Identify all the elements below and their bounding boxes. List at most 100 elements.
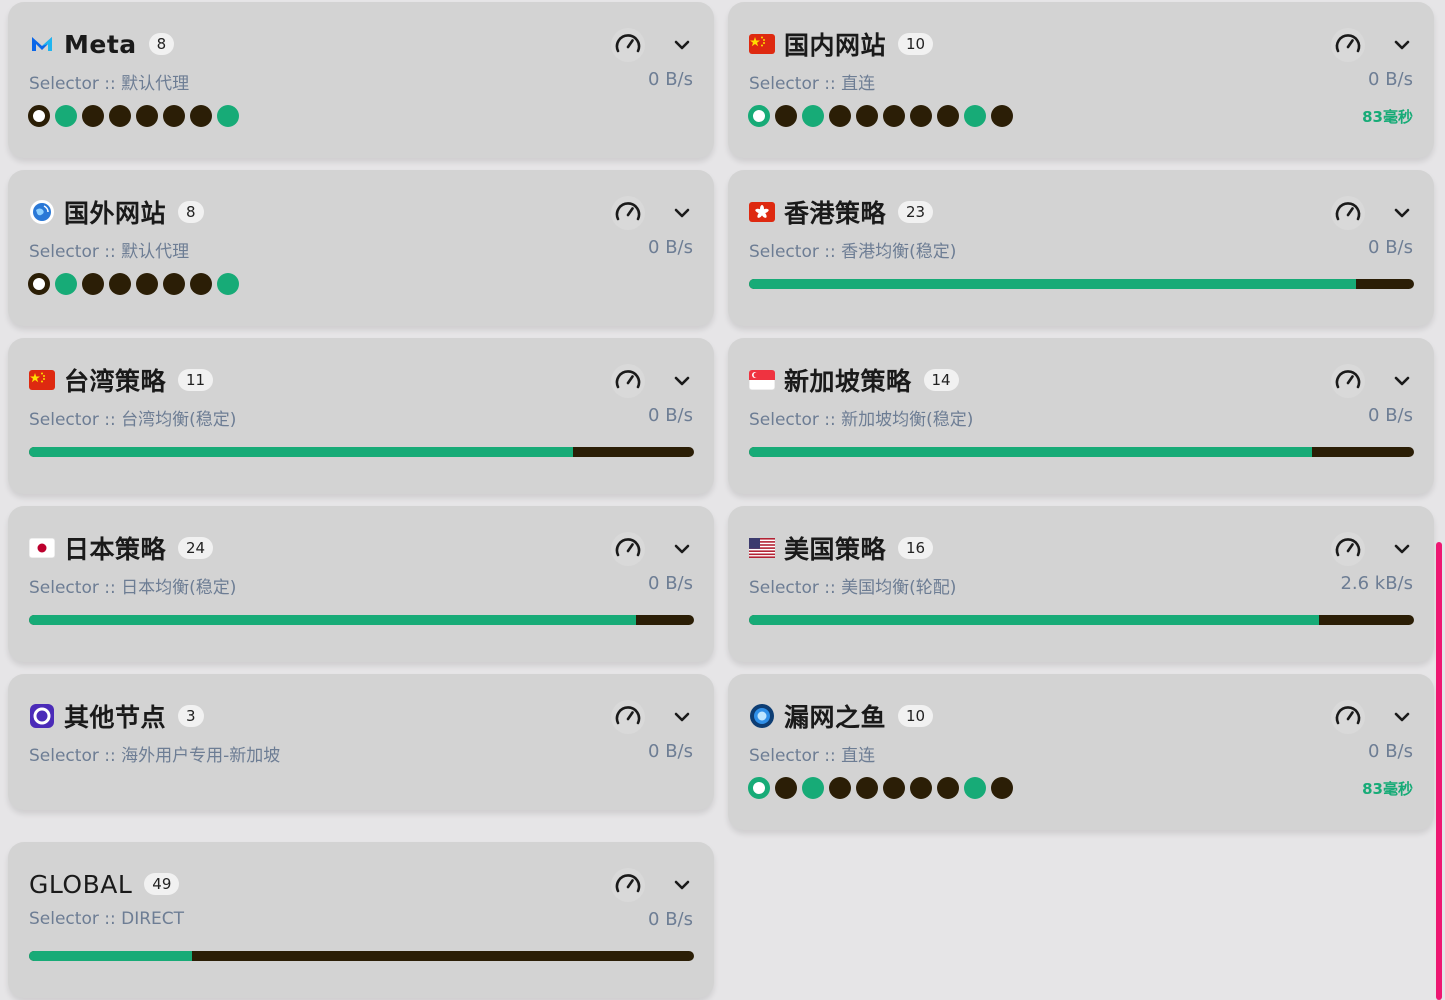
node-status-dot[interactable] <box>964 777 986 799</box>
proxy-group-card[interactable]: 台湾策略 11 Selector :: 台湾均衡(稳定) 0 B/s <box>8 338 714 494</box>
node-status-dot[interactable] <box>964 105 986 127</box>
latency-test-button[interactable] <box>611 196 645 230</box>
traffic-speed: 0 B/s <box>1368 741 1413 762</box>
separator: :: <box>818 242 842 262</box>
expand-toggle[interactable] <box>1391 706 1413 728</box>
availability-bar <box>749 447 1414 457</box>
traffic-speed: 0 B/s <box>1368 405 1413 426</box>
speedometer-icon <box>613 366 643 396</box>
expand-toggle[interactable] <box>671 370 693 392</box>
node-dots <box>748 104 1018 128</box>
group-name: Meta <box>64 29 137 59</box>
node-status-dot[interactable] <box>748 105 770 127</box>
group-type: Selector <box>29 410 99 430</box>
node-status-dot[interactable] <box>136 105 158 127</box>
expand-toggle[interactable] <box>1391 34 1413 56</box>
group-name: 其他节点 <box>64 703 167 732</box>
group-name: GLOBAL <box>29 869 133 899</box>
node-status-dot[interactable] <box>190 273 212 295</box>
latency-test-button[interactable] <box>1331 196 1365 230</box>
proxy-group-card[interactable]: 美国策略 16 Selector :: 美国均衡(轮配) 2.6 kB/s <box>728 506 1434 662</box>
node-status-dot[interactable] <box>55 105 77 127</box>
node-status-dot[interactable] <box>937 105 959 127</box>
node-status-dot[interactable] <box>991 105 1013 127</box>
proxy-group-card[interactable]: GLOBAL 49 Selector :: DIRECT 0 B/s <box>8 842 714 998</box>
node-status-dot[interactable] <box>163 273 185 295</box>
group-name: 漏网之鱼 <box>784 703 887 732</box>
node-status-dot[interactable] <box>883 777 905 799</box>
node-status-dot[interactable] <box>82 273 104 295</box>
scrollbar[interactable] <box>1436 542 1442 1000</box>
proxy-group-card[interactable]: 其他节点 3 Selector :: 海外用户专用-新加坡 0 B/s <box>8 674 714 810</box>
proxy-group-card[interactable]: 香港策略 23 Selector :: 香港均衡(稳定) 0 B/s <box>728 170 1434 326</box>
expand-toggle[interactable] <box>1391 202 1413 224</box>
traffic-speed: 0 B/s <box>648 741 693 762</box>
group-type: Selector <box>29 746 99 766</box>
proxy-group-card[interactable]: Meta 8 Selector :: 默认代理 0 B/s <box>8 2 714 158</box>
expand-toggle[interactable] <box>1391 370 1413 392</box>
separator: :: <box>818 74 842 94</box>
node-status-dot[interactable] <box>910 105 932 127</box>
node-status-dot[interactable] <box>190 105 212 127</box>
availability-bar-fill <box>749 447 1312 457</box>
latency-test-button[interactable] <box>611 868 645 902</box>
expand-toggle[interactable] <box>671 538 693 560</box>
separator: :: <box>818 578 842 598</box>
node-status-dot[interactable] <box>937 777 959 799</box>
node-status-dot[interactable] <box>802 777 824 799</box>
node-status-dot[interactable] <box>775 105 797 127</box>
node-status-dot[interactable] <box>163 105 185 127</box>
node-status-dot[interactable] <box>28 105 50 127</box>
node-status-dot[interactable] <box>217 105 239 127</box>
node-status-dot[interactable] <box>829 777 851 799</box>
proxy-group-card[interactable]: 新加坡策略 14 Selector :: 新加坡均衡(稳定) 0 B/s <box>728 338 1434 494</box>
node-status-dot[interactable] <box>775 777 797 799</box>
expand-toggle[interactable] <box>671 706 693 728</box>
node-status-dot[interactable] <box>82 105 104 127</box>
expand-toggle[interactable] <box>1391 538 1413 560</box>
node-status-dot[interactable] <box>856 777 878 799</box>
availability-bar <box>749 615 1414 625</box>
availability-bar <box>749 279 1414 289</box>
node-status-dot[interactable] <box>109 105 131 127</box>
node-status-dot[interactable] <box>136 273 158 295</box>
availability-bar-fill <box>29 615 637 625</box>
meta-icon <box>29 31 55 57</box>
expand-toggle[interactable] <box>671 874 693 896</box>
node-status-dot[interactable] <box>910 777 932 799</box>
node-dots <box>28 272 244 296</box>
latency-test-button[interactable] <box>1331 532 1365 566</box>
group-name: 国内网站 <box>784 31 887 60</box>
proxy-group-card[interactable]: 漏网之鱼 10 Selector :: 直连 0 B/s 83毫秒 <box>728 674 1434 830</box>
proxy-group-card[interactable]: 国内网站 10 Selector :: 直连 0 B/s 83毫秒 <box>728 2 1434 158</box>
selected-node: 直连 <box>841 746 876 766</box>
proxy-group-card[interactable]: 日本策略 24 Selector :: 日本均衡(稳定) 0 B/s <box>8 506 714 662</box>
node-status-dot[interactable] <box>109 273 131 295</box>
separator: :: <box>98 578 122 598</box>
node-status-dot[interactable] <box>829 105 851 127</box>
chevron-down-icon <box>1393 375 1411 387</box>
node-status-dot[interactable] <box>991 777 1013 799</box>
expand-toggle[interactable] <box>671 202 693 224</box>
latency-test-button[interactable] <box>611 28 645 62</box>
latency-test-button[interactable] <box>611 532 645 566</box>
node-status-dot[interactable] <box>748 777 770 799</box>
singapore-flag-icon <box>749 367 775 393</box>
latency-value: 83毫秒 <box>1362 108 1413 126</box>
proxy-group-card[interactable]: 国外网站 8 Selector :: 默认代理 0 B/s <box>8 170 714 326</box>
latency-test-button[interactable] <box>1331 700 1365 734</box>
node-status-dot[interactable] <box>55 273 77 295</box>
latency-test-button[interactable] <box>611 364 645 398</box>
node-status-dot[interactable] <box>856 105 878 127</box>
expand-toggle[interactable] <box>671 34 693 56</box>
latency-test-button[interactable] <box>1331 364 1365 398</box>
group-header: 国外网站 8 <box>29 195 204 229</box>
node-status-dot[interactable] <box>802 105 824 127</box>
node-status-dot[interactable] <box>883 105 905 127</box>
chevron-down-icon <box>673 207 691 219</box>
separator: :: <box>98 74 122 94</box>
node-status-dot[interactable] <box>217 273 239 295</box>
latency-test-button[interactable] <box>611 700 645 734</box>
latency-test-button[interactable] <box>1331 28 1365 62</box>
node-status-dot[interactable] <box>28 273 50 295</box>
